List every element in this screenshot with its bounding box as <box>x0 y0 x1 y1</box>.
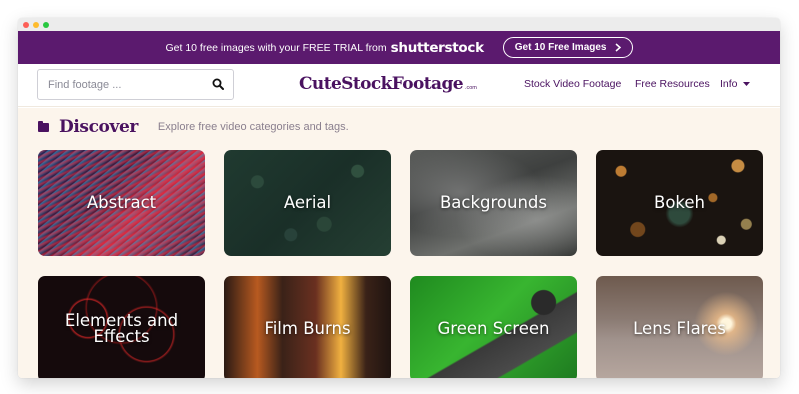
logo-suffix: .com <box>464 85 477 91</box>
category-label: Lens Flares <box>633 319 726 338</box>
category-tile-green-screen[interactable]: Green Screen <box>410 276 577 378</box>
search-input[interactable]: Find footage ... <box>37 69 234 100</box>
site-header: Find footage ... CuteStockFootage .com St… <box>18 64 780 107</box>
nav-info[interactable]: Info <box>720 78 750 90</box>
category-label: Aerial <box>283 193 332 212</box>
maximize-dot-icon[interactable] <box>43 21 49 28</box>
search-icon[interactable] <box>212 78 224 90</box>
browser-window: Get 10 free images with your FREE TRIAL … <box>18 18 780 378</box>
site-logo[interactable]: CuteStockFootage .com <box>299 74 477 94</box>
category-label: Elements and Effects <box>64 311 179 346</box>
minimize-dot-icon[interactable] <box>33 21 39 28</box>
shutterstock-logo: shutterstock <box>390 39 484 56</box>
promo-text: Get 10 free images with your FREE TRIAL … <box>165 41 387 54</box>
category-label: Backgrounds <box>439 193 548 212</box>
discover-subtitle: Explore free video categories and tags. <box>157 121 349 133</box>
search-placeholder: Find footage ... <box>48 78 122 91</box>
category-label: Bokeh <box>654 193 705 212</box>
category-tile-abstract[interactable]: Abstract <box>38 150 205 256</box>
promo-button-label: Get 10 Free Images <box>514 42 607 53</box>
close-dot-icon[interactable] <box>23 21 29 28</box>
category-tile-film-burns[interactable]: Film Burns <box>224 276 391 378</box>
nav-free-resources[interactable]: Free Resources <box>635 78 710 90</box>
logo-name: CuteStockFootage <box>299 74 464 94</box>
category-tile-aerial[interactable]: Aerial <box>224 150 391 256</box>
category-tile-elements-and-effects[interactable]: Elements and Effects <box>38 276 205 378</box>
nav-stock-video-footage[interactable]: Stock Video Footage <box>524 78 621 90</box>
chevron-right-icon <box>615 43 621 52</box>
discover-title: Discover <box>59 117 138 137</box>
category-tile-bokeh[interactable]: Bokeh <box>596 150 763 256</box>
caret-down-icon <box>742 82 750 86</box>
promo-banner: Get 10 free images with your FREE TRIAL … <box>18 31 780 64</box>
discover-section: Discover Explore free video categories a… <box>18 108 780 378</box>
nav-info-label: Info <box>720 78 738 90</box>
category-tile-lens-flares[interactable]: Lens Flares <box>596 276 763 378</box>
category-label: Green Screen <box>437 319 550 338</box>
category-tile-backgrounds[interactable]: Backgrounds <box>410 150 577 256</box>
category-label: Film Burns <box>264 319 351 338</box>
folder-icon <box>38 120 49 132</box>
get-free-images-button[interactable]: Get 10 Free Images <box>502 37 633 58</box>
discover-heading: Discover Explore free video categories a… <box>38 117 349 137</box>
category-label: Abstract <box>86 193 157 212</box>
window-titlebar <box>18 18 780 31</box>
